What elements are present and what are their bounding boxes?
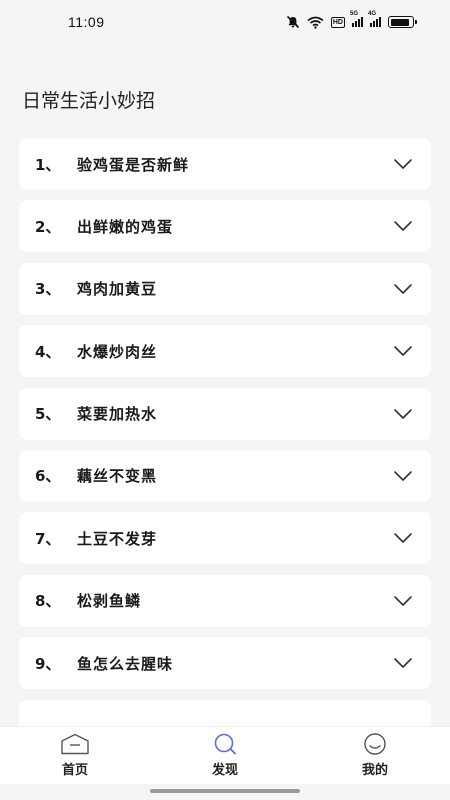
list-item-title: 水爆炒肉丝 <box>77 342 158 361</box>
smile-icon <box>364 733 386 755</box>
tab-home[interactable]: 首页 <box>15 733 135 778</box>
status-time: 11:09 <box>68 14 105 30</box>
chevron-down-icon[interactable] <box>393 470 413 482</box>
chevron-down-icon[interactable] <box>393 158 413 170</box>
signal-4g-icon: 4G <box>368 11 381 27</box>
tab-me-label: 我的 <box>361 763 388 778</box>
list-item[interactable]: 5、 菜要加热水 <box>19 387 431 440</box>
list-item[interactable]: 3、 鸡肉加黄豆 <box>19 262 431 315</box>
signal-5g-icon: 5G <box>350 11 363 27</box>
list-item[interactable]: 8、 松剥鱼鳞 <box>19 574 431 627</box>
status-icons: HD 5G 4G <box>286 11 417 29</box>
list-item-title: 鱼怎么去腥味 <box>77 654 174 673</box>
list-item-number: 4、 <box>35 342 61 361</box>
hd-badge: HD <box>330 16 345 28</box>
battery-icon <box>388 16 417 28</box>
tab-bar: 首页 发现 我的 <box>0 726 450 784</box>
list-item[interactable]: 1、 验鸡蛋是否新鲜 <box>19 138 431 190</box>
wifi-icon <box>307 16 324 29</box>
tab-discover[interactable]: 发现 <box>165 733 285 778</box>
chevron-down-icon[interactable] <box>393 220 413 232</box>
list-item-number: 9、 <box>35 654 61 673</box>
list-item-title: 菜要加热水 <box>77 405 158 424</box>
chevron-down-icon[interactable] <box>393 408 413 420</box>
list-item-number: 6、 <box>35 467 61 486</box>
list-item[interactable]: 4、 水爆炒肉丝 <box>19 325 431 378</box>
list-item-title: 藕丝不变黑 <box>77 467 158 486</box>
list-item-number: 3、 <box>35 280 61 299</box>
chevron-down-icon[interactable] <box>393 657 413 669</box>
tip-list: 1、 验鸡蛋是否新鲜 2、 出鲜嫩的鸡蛋 3、 鸡肉加黄豆 4、 水爆炒肉丝 5、 菜要加热水 6、… <box>19 138 431 700</box>
list-item-number: 8、 <box>35 592 61 611</box>
list-item-title: 出鲜嫩的鸡蛋 <box>77 217 174 236</box>
list-item[interactable]: 7、 土豆不发芽 <box>19 512 431 565</box>
list-item-number: 5、 <box>35 405 61 424</box>
home-icon <box>61 733 89 755</box>
chevron-down-icon[interactable] <box>393 345 413 357</box>
list-item-title: 松剥鱼鳞 <box>77 592 142 611</box>
tab-me[interactable]: 我的 <box>315 733 435 778</box>
tab-discover-label: 发现 <box>211 763 238 778</box>
list-item-number: 1、 <box>35 155 61 174</box>
status-bar: 11:09 HD 5G 4G <box>0 0 450 44</box>
page-title: 日常生活小妙招 <box>22 90 156 112</box>
list-item-title: 验鸡蛋是否新鲜 <box>77 155 190 174</box>
list-item[interactable]: 2、 出鲜嫩的鸡蛋 <box>19 200 431 253</box>
list-item-title: 土豆不发芽 <box>77 529 158 548</box>
battery-fill <box>390 18 410 26</box>
search-icon <box>214 733 236 755</box>
mute-bell-icon <box>286 15 299 29</box>
list-item-number: 2、 <box>35 217 61 236</box>
chevron-down-icon[interactable] <box>393 283 413 295</box>
tab-home-label: 首页 <box>61 763 88 778</box>
list-item[interactable]: 6、 藕丝不变黑 <box>19 449 431 502</box>
list-item[interactable]: 9、 鱼怎么去腥味 <box>19 637 431 690</box>
list-item-number: 7、 <box>35 529 61 548</box>
chevron-down-icon[interactable] <box>393 532 413 544</box>
home-indicator <box>150 789 300 793</box>
list-item-title: 鸡肉加黄豆 <box>77 280 158 299</box>
chevron-down-icon[interactable] <box>393 595 413 607</box>
